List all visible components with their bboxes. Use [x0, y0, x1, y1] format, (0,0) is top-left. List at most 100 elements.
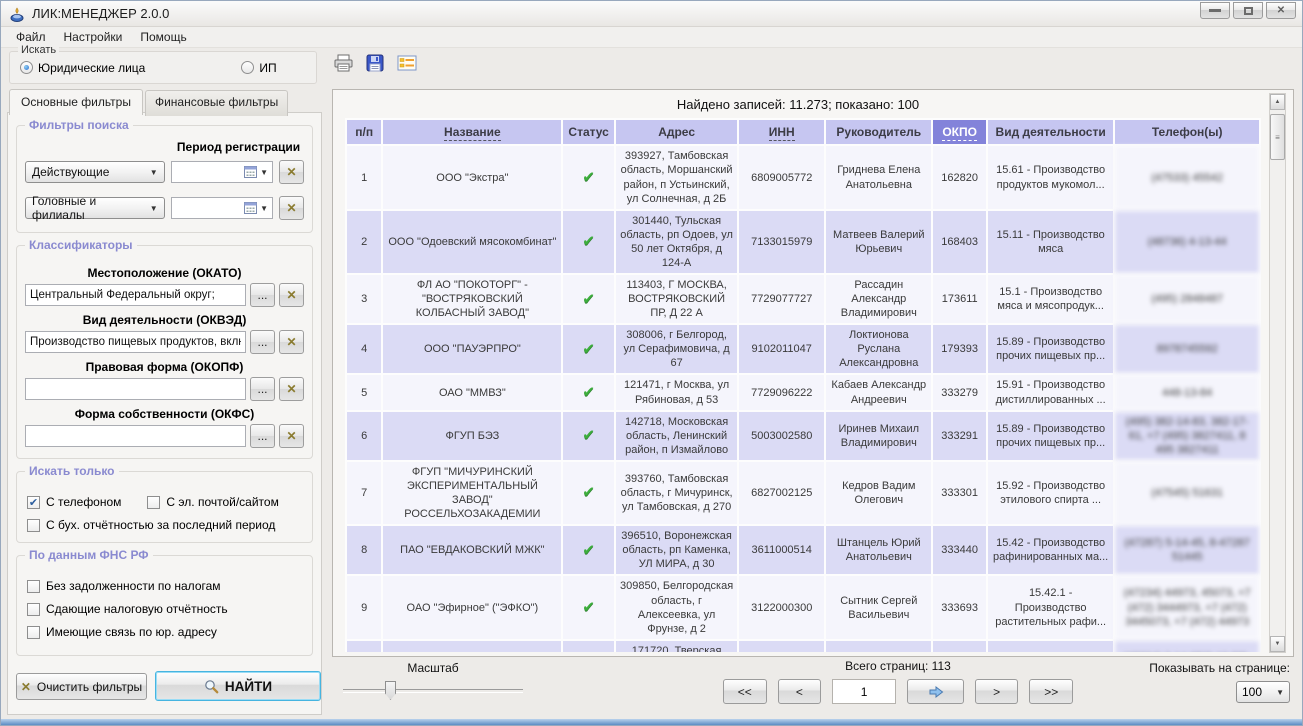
column-header-4[interactable]: ИНН — [739, 120, 824, 144]
status: ✔ — [563, 526, 614, 574]
vertical-scrollbar[interactable]: ▲ ≡ ▼ — [1269, 93, 1286, 653]
minimize-button[interactable] — [1200, 2, 1230, 19]
last-page-button[interactable]: >> — [1029, 679, 1073, 704]
inn: 7729096222 — [739, 375, 824, 409]
checkbox-fns-2[interactable]: Имеющие связь по юр. адресу — [27, 625, 217, 639]
tab-1[interactable]: Финансовые фильтры — [145, 90, 288, 116]
row-number: 9 — [347, 576, 381, 638]
tab-0[interactable]: Основные фильтры — [9, 89, 143, 115]
menu-item-помощь[interactable]: Помощь — [131, 27, 195, 47]
radio-icon[interactable] — [241, 61, 254, 74]
date-from-picker[interactable]: ▼ — [171, 161, 273, 183]
print-button[interactable] — [331, 51, 355, 75]
go-page-button[interactable] — [907, 679, 964, 704]
clear-date-from-button[interactable]: ✕ — [279, 160, 304, 184]
head-name: Кедров Вадим Олегович — [826, 462, 931, 524]
status: ✔ — [563, 412, 614, 460]
title-bar: ЛИК:МЕНЕДЖЕР 2.0.0 ✕ — [1, 1, 1302, 27]
clear-field-button[interactable]: ✕ — [279, 283, 304, 307]
checkbox-icon[interactable] — [27, 519, 40, 532]
clear-date-to-button[interactable]: ✕ — [279, 196, 304, 220]
page-number-input[interactable] — [832, 679, 896, 704]
fns-title: По данным ФНС РФ — [25, 548, 153, 562]
checkbox-label: Без задолженности по налогам — [46, 579, 221, 593]
maximize-button[interactable] — [1233, 2, 1263, 19]
date-to-picker[interactable]: ▼ — [171, 197, 273, 219]
page-size-select[interactable]: 100 ▼ — [1236, 681, 1290, 703]
table-row[interactable]: 7ФГУП "МИЧУРИНСКИЙ ЭКСПЕРИМЕНТАЛЬНЫЙ ЗАВ… — [347, 462, 1259, 524]
filter-tabs: Основные фильтрыФинансовые фильтры — [9, 90, 290, 116]
menu-item-настройки[interactable]: Настройки — [55, 27, 132, 47]
next-page-button[interactable]: > — [975, 679, 1019, 704]
checkbox-fns-0[interactable]: Без задолженности по налогам — [27, 579, 221, 593]
triangle-down-icon: ▼ — [1275, 641, 1281, 647]
company-name: ФГУП БЭЗ — [383, 412, 561, 460]
prev-page-button[interactable]: < — [778, 679, 822, 704]
classifier-input-2[interactable] — [25, 378, 246, 400]
scroll-up-button[interactable]: ▲ — [1270, 94, 1285, 110]
column-header-0: п/п — [347, 120, 381, 144]
table-row[interactable]: 5ОАО "ММВЗ"✔121471, г Москва, ул Рябинов… — [347, 375, 1259, 409]
inn: 5003002580 — [739, 412, 824, 460]
save-button[interactable] — [363, 51, 387, 75]
list-view-button[interactable] — [395, 51, 419, 75]
clear-field-button[interactable]: ✕ — [279, 377, 304, 401]
phones: (47287) 5-14-45, 8-47287 51445 — [1115, 526, 1259, 574]
registration-period-label: Период регистрации — [173, 140, 304, 154]
classifier-input-3[interactable] — [25, 425, 246, 447]
scale-slider[interactable] — [343, 689, 523, 693]
radio-icon[interactable] — [20, 61, 33, 74]
checkbox-icon[interactable] — [27, 603, 40, 616]
column-header-label: Телефон(ы) — [1152, 125, 1223, 139]
scope-option-0[interactable]: Юридические лица — [20, 61, 145, 75]
scroll-thumb[interactable]: ≡ — [1270, 114, 1285, 160]
checkbox-email[interactable]: С эл. почтой/сайтом — [147, 495, 278, 509]
column-header-1[interactable]: Название — [383, 120, 561, 144]
clear-field-button[interactable]: ✕ — [279, 424, 304, 448]
checkbox-icon[interactable] — [27, 580, 40, 593]
clear-field-button[interactable]: ✕ — [279, 330, 304, 354]
status-select[interactable]: Действующие ▼ — [25, 161, 165, 183]
checkbox-accounting[interactable]: С бух. отчётностью за последний период — [27, 518, 275, 532]
find-button[interactable]: НАЙТИ — [155, 671, 321, 701]
classifier-input-0[interactable] — [25, 284, 246, 306]
column-header-6[interactable]: ОКПО — [933, 120, 986, 144]
branch-select[interactable]: Головные и филиалы ▼ — [25, 197, 165, 219]
results-table: п/пНазваниеСтатусАдресИННРуководительОКП… — [345, 118, 1261, 652]
chevron-down-icon: ▼ — [260, 204, 268, 213]
total-pages-label: Всего страниц: 113 — [723, 659, 1073, 673]
checkbox-icon[interactable] — [27, 626, 40, 639]
browse-button[interactable]: ... — [250, 330, 275, 354]
table-row[interactable]: 8ПАО "ЕВДАКОВСКИЙ МЖК"✔396510, Воронежск… — [347, 526, 1259, 574]
table-row[interactable]: 9ОАО "Эфирное" ("ЭФКО")✔309850, Белгород… — [347, 576, 1259, 638]
table-row[interactable]: 3ФЛ АО "ПОКОТОРГ" - "ВОСТРЯКОВСКИЙ КОЛБА… — [347, 275, 1259, 323]
table-row[interactable]: 6ФГУП БЭЗ✔142718, Московская область, Ле… — [347, 412, 1259, 460]
checkbox-icon[interactable] — [147, 496, 160, 509]
table-row[interactable]: 2ООО "Одоевский мясокомбинат"✔301440, Ту… — [347, 211, 1259, 273]
phones: (495) 2848487 — [1115, 275, 1259, 323]
browse-button[interactable]: ... — [250, 283, 275, 307]
slider-thumb[interactable] — [385, 681, 396, 700]
table-row[interactable]: 4ООО "ПАУЭРПРО"✔308006, г Белгород, ул С… — [347, 325, 1259, 373]
app-icon — [9, 6, 25, 22]
okpo: 179393 — [933, 325, 986, 373]
clear-filters-button[interactable]: ✕ Очистить фильтры — [16, 673, 147, 700]
close-button[interactable]: ✕ — [1266, 2, 1296, 19]
browse-button[interactable]: ... — [250, 377, 275, 401]
classifier-input-1[interactable] — [25, 331, 246, 353]
checkbox-phone[interactable]: ✔С телефоном — [27, 495, 121, 509]
first-page-button[interactable]: << — [723, 679, 767, 704]
scope-option-1[interactable]: ИП — [241, 61, 276, 75]
checkbox-icon[interactable]: ✔ — [27, 496, 40, 509]
checkbox-fns-1[interactable]: Сдающие налоговую отчётность — [27, 602, 228, 616]
status: ✔ — [563, 325, 614, 373]
activity: 15.42 - Производство рафинированных ма..… — [988, 526, 1113, 574]
table-row[interactable]: 10ОАО "ВВЗ"✔171720, Тверская область, г … — [347, 641, 1259, 652]
status-ok-icon: ✔ — [582, 599, 595, 616]
scale-label: Масштаб — [343, 661, 523, 675]
browse-button[interactable]: ... — [250, 424, 275, 448]
column-header-label: Статус — [568, 125, 608, 139]
scroll-down-button[interactable]: ▼ — [1270, 636, 1285, 652]
company-name: ФГУП "МИЧУРИНСКИЙ ЭКСПЕРИМЕНТАЛЬНЫЙ ЗАВО… — [383, 462, 561, 524]
table-row[interactable]: 1ООО "Экстра"✔393927, Тамбовская область… — [347, 146, 1259, 208]
